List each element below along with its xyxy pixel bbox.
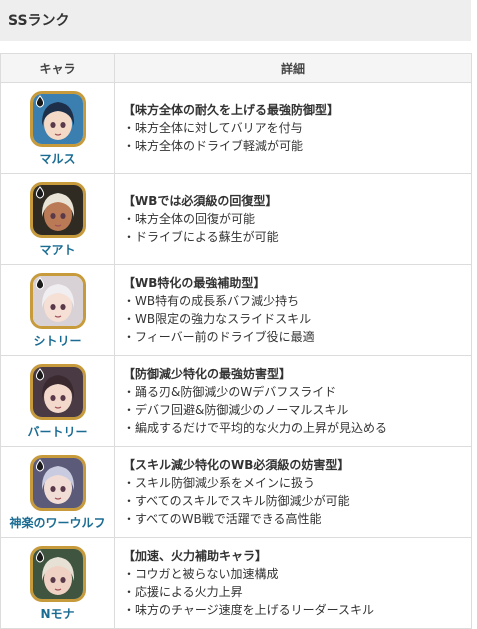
character-avatar[interactable]	[29, 272, 86, 329]
detail-bullet: ・すべてのスキルでスキル防御減少が可能	[123, 494, 350, 508]
detail-bullet: ・踊る刃&防御減少のWデバフスライド	[123, 385, 337, 399]
detail-cell: 【味方全体の耐久を上げる最強防御型】 ・味方全体に対してバリアを付与 ・味方全体のド…	[114, 82, 472, 174]
chara-cell: Nモナ	[0, 537, 115, 629]
character-avatar[interactable]	[29, 545, 86, 602]
role-title: 【加速、火力補助キャラ】	[123, 549, 268, 563]
detail-bullet: ・コウガと被らない加速構成	[123, 567, 279, 581]
role-title: 【スキル減少特化のWB必須級の妨害型】	[123, 458, 350, 472]
rank-title: SSランク	[8, 13, 70, 29]
detail-cell: 【WBでは必須級の回復型】 ・味方全体の回復が可能・ドライブによる蘇生が可能	[114, 173, 472, 265]
rank-table: キャラ 詳細 マルス 【味方全体の耐久を上げる最強防御型】 ・味方全体に対してバリア…	[0, 53, 472, 629]
detail-bullet: ・ドライブによる蘇生が可能	[123, 230, 279, 244]
wood-element-icon	[35, 458, 44, 471]
role-title: 【防御減少特化の最強妨害型】	[123, 367, 292, 381]
character-name-link[interactable]: マアト	[1, 241, 114, 258]
detail-cell: 【WB特化の最強補助型】・WB特有の成長系バフ減少持ち ・WB限定の強力なスライド…	[114, 264, 472, 356]
detail-bullet: ・WB特有の成長系バフ減少持ち	[123, 294, 300, 308]
table-row: マルス 【味方全体の耐久を上げる最強防御型】 ・味方全体に対してバリアを付与 ・味方全…	[0, 82, 472, 174]
character-avatar[interactable]	[29, 90, 86, 147]
character-name-link[interactable]: Nモナ	[1, 605, 114, 622]
chara-cell: マアト	[0, 173, 115, 265]
detail-bullet: ・WB限定の強力なスライドスキル	[123, 312, 312, 326]
table-header-row: キャラ 詳細	[0, 53, 472, 83]
role-title: 【味方全体の耐久を上げる最強防御型】	[123, 103, 340, 117]
table-row: バートリー 【防御減少特化の最強妨害型】 ・踊る刃&防御減少のWデバフスライド ・デバ…	[0, 355, 472, 447]
detail-bullet: ・フィーバー前のドライブ役に最適	[123, 330, 315, 344]
chara-cell: 神楽のワーウルフ	[0, 446, 115, 538]
detail-bullet: ・スキル防御減少系をメインに扱う	[123, 476, 316, 490]
character-avatar[interactable]	[29, 363, 86, 420]
light-element-icon	[35, 276, 44, 289]
rank-section-header: SSランク	[0, 0, 471, 41]
column-header-chara: キャラ	[0, 53, 115, 83]
chara-cell: マルス	[0, 82, 115, 174]
detail-bullet: ・味方全体のドライブ軽減が可能	[123, 139, 304, 153]
table-row: 神楽のワーウルフ 【スキル減少特化のWB必須級の妨害型】 ・スキル防御減少系をメイン…	[0, 446, 472, 538]
detail-bullet: ・編成するだけで平均的な火力の上昇が見込める	[123, 421, 388, 435]
role-title: 【WBでは必須級の回復型】	[123, 194, 278, 208]
detail-bullet: ・味方全体に対してバリアを付与	[123, 121, 303, 135]
character-name-link[interactable]: シトリー	[1, 332, 114, 349]
character-name-link[interactable]: 神楽のワーウルフ	[1, 514, 114, 531]
role-title: 【WB特化の最強補助型】	[123, 276, 266, 290]
chara-cell: バートリー	[0, 355, 115, 447]
character-avatar[interactable]	[29, 181, 86, 238]
detail-cell: 【加速、火力補助キャラ】 ・コウガと被らない加速構成 ・応援による火力上昇・味方のチ…	[114, 537, 472, 629]
wood-element-icon	[35, 367, 44, 380]
character-name-link[interactable]: バートリー	[1, 423, 114, 440]
detail-bullet: ・味方全体の回復が可能	[123, 212, 256, 226]
detail-bullet: ・すべてのWB戦で活躍できる高性能	[123, 512, 322, 526]
table-row: Nモナ 【加速、火力補助キャラ】 ・コウガと被らない加速構成 ・応援による火力上昇 ・味…	[0, 537, 472, 629]
character-avatar[interactable]	[29, 454, 86, 511]
character-name-link[interactable]: マルス	[1, 150, 114, 167]
detail-bullet: ・味方のチャージ速度を上げるリーダースキル	[123, 603, 375, 617]
chara-cell: シトリー	[0, 264, 115, 356]
detail-cell: 【スキル減少特化のWB必須級の妨害型】 ・スキル防御減少系をメインに扱う ・すべての…	[114, 446, 472, 538]
light-element-icon	[35, 185, 44, 198]
detail-cell: 【防御減少特化の最強妨害型】・踊る刃&防御減少のWデバフスライド ・デバフ回避&防…	[114, 355, 472, 447]
wood-element-icon	[35, 549, 44, 562]
detail-bullet: ・デバフ回避&防御減少のノーマルスキル	[123, 403, 349, 417]
table-row: マアト 【WBでは必須級の回復型】 ・味方全体の回復が可能 ・ドライブによる蘇生が可能	[0, 173, 472, 265]
table-row: シトリー 【WB特化の最強補助型】 ・WB特有の成長系バフ減少持ち ・WB限定の強力な…	[0, 264, 472, 356]
column-header-detail: 詳細	[114, 53, 472, 83]
detail-bullet: ・応援による火力上昇	[123, 585, 243, 599]
water-element-icon	[35, 94, 44, 107]
